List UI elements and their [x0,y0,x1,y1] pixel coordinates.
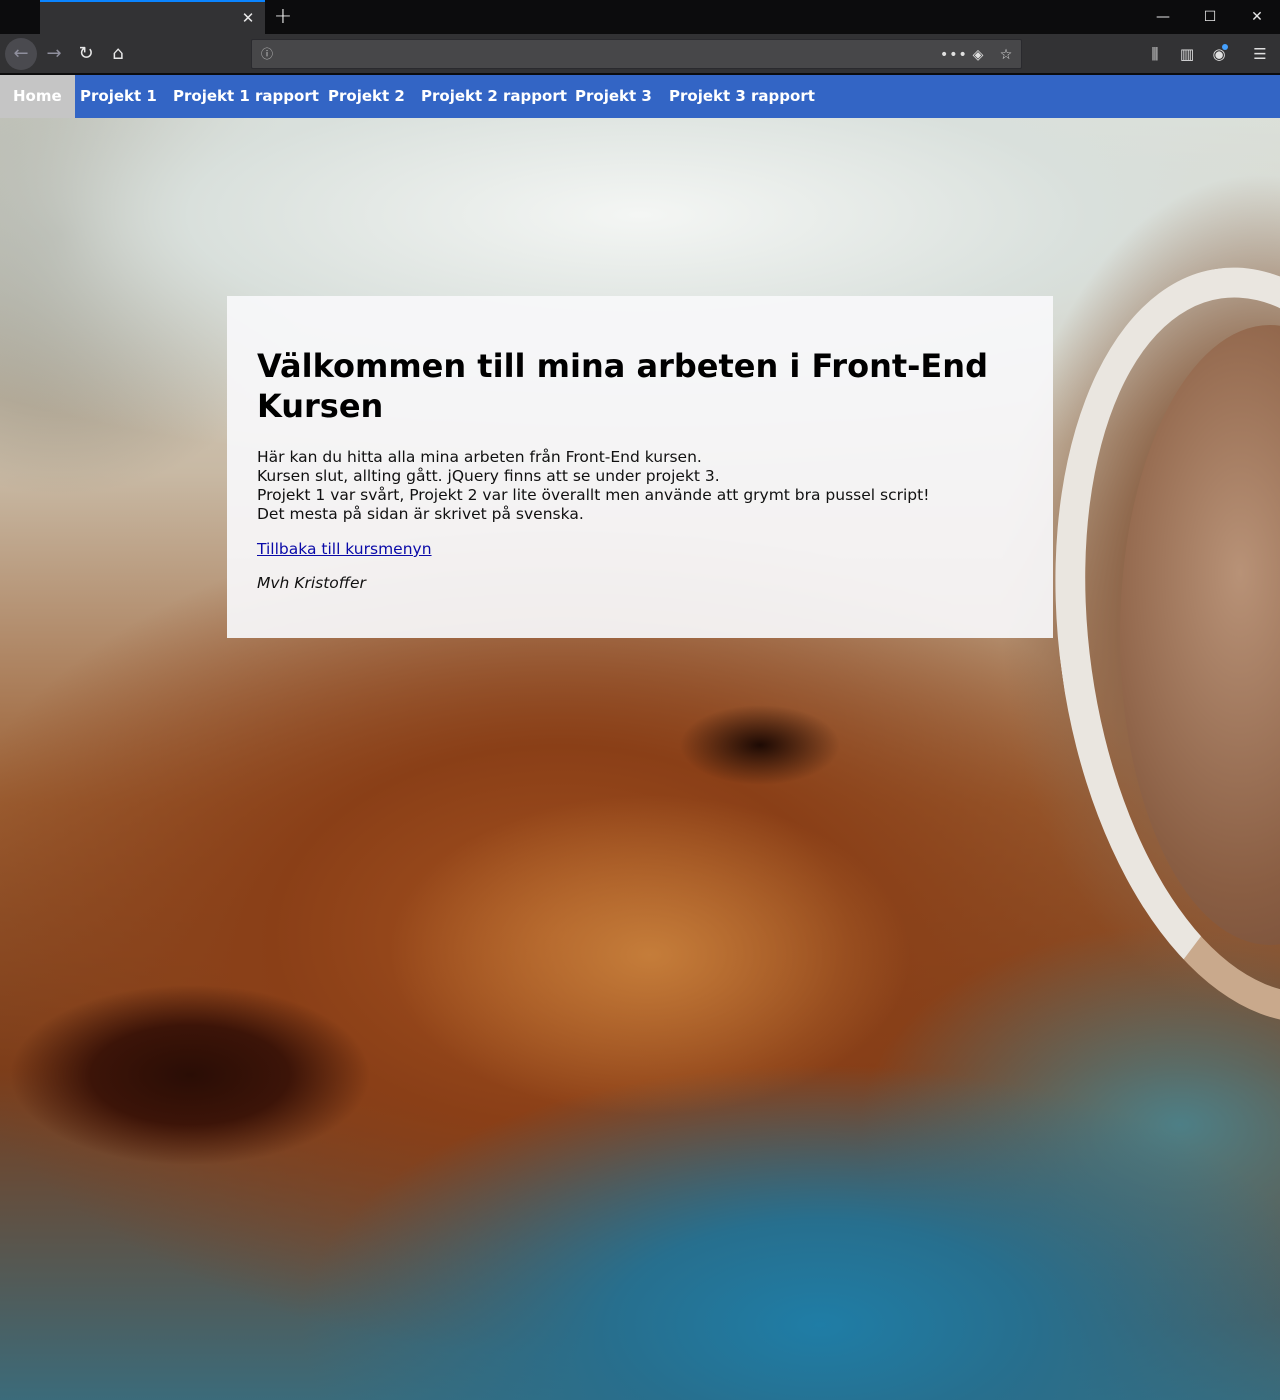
back-arrow-icon[interactable]: ← [5,38,37,70]
more-actions-icon[interactable]: ••• [940,45,967,65]
intro-line: Här kan du hitta alla mina arbeten från … [257,448,702,466]
library-icon[interactable]: ⫼ [1144,43,1166,65]
intro-line: Det mesta på sidan är skrivet på svenska… [257,505,584,523]
nav-projekt-3-rapport[interactable]: Projekt 3 rapport [669,75,815,118]
hamburger-menu-icon[interactable]: ☰ [1249,43,1271,65]
new-tab-button[interactable]: + [271,4,295,30]
bookmark-star-icon[interactable]: ☆ [996,45,1016,65]
reload-icon[interactable]: ↻ [70,38,102,70]
maximize-window-button[interactable]: ☐ [1187,4,1233,30]
info-icon[interactable]: ⓘ [258,45,276,63]
nav-projekt-2-rapport[interactable]: Projekt 2 rapport [421,75,567,118]
tab-strip: ✕ + — ☐ ✕ [0,0,1280,34]
browser-toolbar: ← → ↻ ⌂ ⓘ ••• ◈ ☆ ⫼ ▥ ◉ ☰ [0,34,1280,74]
browser-tab[interactable]: ✕ [40,0,265,34]
nav-projekt-3[interactable]: Projekt 3 [575,75,652,118]
sidebar-icon[interactable]: ▥ [1176,43,1198,65]
nav-home[interactable]: Home [0,75,75,118]
nav-projekt-2[interactable]: Projekt 2 [328,75,405,118]
back-to-course-menu-link[interactable]: Tillbaka till kursmenyn [257,540,432,558]
close-window-button[interactable]: ✕ [1234,4,1280,30]
account-badge [1222,44,1228,50]
home-icon[interactable]: ⌂ [102,38,134,70]
welcome-panel: Välkommen till mina arbeten i Front-End … [227,296,1053,638]
signature: Mvh Kristoffer [257,574,366,592]
intro-line: Projekt 1 var svårt, Projekt 2 var lite … [257,486,930,504]
forward-arrow-icon[interactable]: → [38,38,70,70]
intro-line: Kursen slut, allting gått. jQuery finns … [257,467,720,485]
pocket-icon[interactable]: ◈ [968,45,988,65]
page-background: Home Projekt 1 Projekt 1 rapport Projekt… [0,75,1280,1400]
site-navigation: Home Projekt 1 Projekt 1 rapport Projekt… [0,75,1280,118]
nav-projekt-1-rapport[interactable]: Projekt 1 rapport [173,75,319,118]
minimize-window-button[interactable]: — [1140,4,1186,30]
close-icon[interactable]: ✕ [239,9,257,27]
address-bar[interactable]: ⓘ ••• ◈ ☆ [251,39,1022,69]
page-title: Välkommen till mina arbeten i Front-End … [257,347,988,425]
nav-projekt-1[interactable]: Projekt 1 [80,75,157,118]
